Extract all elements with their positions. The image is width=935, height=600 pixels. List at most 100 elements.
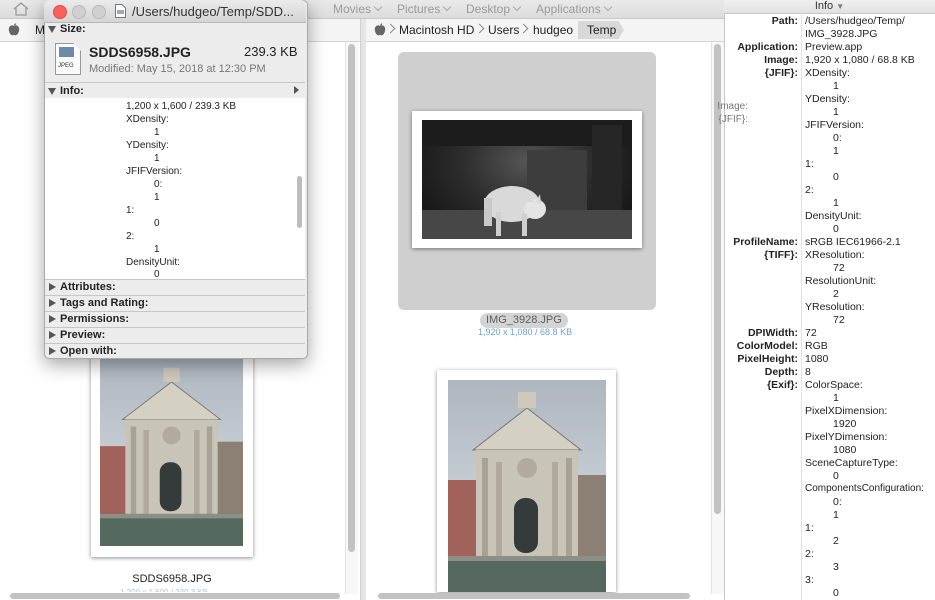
- info-panel-title: Info: [814, 0, 834, 12]
- left-scrollbar-thumb[interactable]: [348, 44, 355, 552]
- church-photo: [448, 380, 606, 592]
- info-value: 1: [833, 145, 839, 157]
- path-item-applications[interactable]: Applications: [536, 2, 612, 16]
- disclosure-triangle-icon[interactable]: [49, 283, 56, 291]
- info-scrollbar-thumb[interactable]: [297, 176, 302, 228]
- section-divider: [45, 295, 305, 296]
- breadcrumb-item[interactable]: Users: [488, 23, 519, 37]
- info-value: Preview.app: [805, 41, 863, 53]
- left-horizontal-scrollbar[interactable]: [10, 593, 340, 599]
- path-item-movies[interactable]: Movies: [333, 2, 383, 16]
- info-value: IMG_3928.JPG: [805, 28, 878, 40]
- selected-file-dimensions: 1,920 x 1,080 / 68.8 KB: [478, 327, 573, 337]
- breadcrumb-item[interactable]: hudgeo: [533, 23, 573, 37]
- info-value: ComponentsConfiguration:: [805, 483, 924, 494]
- disclosure-triangle-icon[interactable]: [48, 88, 56, 95]
- chevron-down-icon: [512, 2, 522, 12]
- zoom-button[interactable]: [92, 5, 106, 19]
- section-attributes[interactable]: Attributes:: [60, 281, 116, 293]
- info-filename: SDDS6958.JPG: [89, 44, 191, 60]
- minimize-button[interactable]: [72, 5, 86, 19]
- metadata-key: {JFIF}:: [718, 114, 748, 125]
- church-photo: [100, 357, 243, 546]
- info-filesize: 239.3 KB: [244, 44, 298, 59]
- metadata-value: 2:: [126, 231, 135, 242]
- metadata-value: 1: [154, 153, 160, 164]
- metadata-value: 1: [154, 244, 160, 255]
- info-value: PixelYDimension:: [805, 431, 888, 443]
- info-key: ColorModel:: [736, 340, 798, 352]
- info-value: 2: [833, 288, 839, 300]
- section-open-with[interactable]: Open with:: [60, 345, 117, 357]
- metadata-value: 0: [154, 218, 160, 229]
- apple-icon: [8, 23, 20, 39]
- info-value: YResolution:: [805, 301, 865, 313]
- info-panel-header[interactable]: Info ▼: [724, 0, 935, 14]
- info-value: 0: [833, 171, 839, 183]
- metadata-value: 1: [154, 192, 160, 203]
- info-key: ProfileName:: [733, 236, 798, 248]
- file-icon-photo: [59, 47, 74, 57]
- disclosure-triangle-icon[interactable]: [49, 315, 56, 323]
- file-name[interactable]: SDDS6958.JPG: [91, 573, 253, 585]
- path-item-label: Applications: [536, 2, 601, 16]
- metadata-value: 1,200 x 1,600 / 239.3 KB: [126, 101, 237, 112]
- close-button[interactable]: [53, 5, 67, 19]
- info-key: {JFIF}:: [764, 67, 798, 79]
- right-horizontal-scrollbar[interactable]: [378, 593, 690, 599]
- metadata-key: Image:: [717, 101, 748, 112]
- metadata-value: 1: [154, 127, 160, 138]
- info-key: Path:: [771, 15, 798, 27]
- section-size[interactable]: Size:: [60, 23, 86, 35]
- info-value: 1: [833, 106, 839, 118]
- breadcrumb-item-current[interactable]: Temp: [587, 23, 616, 37]
- metadata-value: JFIFVersion:: [126, 166, 183, 177]
- disclosure-triangle-icon[interactable]: [49, 299, 56, 307]
- info-value: XResolution:: [805, 249, 865, 261]
- info-value: 72: [805, 327, 817, 339]
- info-value: 1: [833, 197, 839, 209]
- info-key: {TIFF}:: [764, 249, 798, 261]
- info-value: 1920: [833, 418, 857, 430]
- chevron-down-icon: [443, 2, 452, 12]
- cat-photo: [422, 120, 632, 239]
- info-metadata-list: [45, 98, 305, 280]
- section-divider: [45, 327, 305, 328]
- section-info[interactable]: Info:: [60, 85, 84, 97]
- info-options-icon[interactable]: [294, 86, 299, 94]
- info-key: {Exif}:: [767, 379, 798, 391]
- disclosure-triangle-icon[interactable]: [49, 331, 56, 339]
- disclosure-triangle-icon[interactable]: [48, 26, 56, 33]
- breadcrumb-item[interactable]: Macintosh HD: [399, 23, 474, 37]
- info-value: JFIFVersion:: [805, 119, 864, 131]
- info-value: 2:: [805, 548, 814, 560]
- info-value: XDensity:: [805, 67, 850, 79]
- info-value: ColorSpace:: [805, 379, 863, 391]
- info-value: 3: [833, 561, 839, 573]
- section-preview[interactable]: Preview:: [60, 329, 105, 341]
- file-dimensions: 1,200 x 1,600 / 239.3 KB: [120, 588, 230, 592]
- info-value: 72: [833, 262, 845, 274]
- info-value: 1: [833, 80, 839, 92]
- path-item-desktop[interactable]: Desktop: [466, 2, 522, 16]
- info-value: PixelXDimension:: [805, 405, 888, 417]
- selected-file-name[interactable]: IMG_3928.JPG: [480, 313, 568, 328]
- path-item-label: Desktop: [466, 2, 511, 16]
- info-value: RGB: [805, 340, 828, 352]
- info-value: 0:: [833, 496, 842, 508]
- info-value: sRGB IEC61966-2.1: [805, 236, 901, 248]
- home-icon[interactable]: [13, 2, 29, 19]
- path-item-label: Pictures: [397, 2, 441, 16]
- disclosure-triangle-icon[interactable]: [49, 347, 56, 355]
- section-permissions[interactable]: Permissions:: [60, 313, 129, 325]
- info-value: 1: [833, 509, 839, 521]
- info-modified: Modified: May 15, 2018 at 12:30 PM: [89, 63, 266, 75]
- info-key: DPIWidth:: [747, 327, 798, 339]
- path-item-pictures[interactable]: Pictures: [397, 2, 452, 16]
- info-column-divider: [801, 13, 802, 600]
- section-tags-and-rating[interactable]: Tags and Rating:: [60, 297, 148, 309]
- info-key: Application:: [737, 41, 798, 53]
- info-value: SceneCaptureType:: [805, 457, 898, 469]
- info-value: 2:: [805, 184, 814, 196]
- info-value: 1,920 x 1,080 / 68.8 KB: [805, 54, 915, 66]
